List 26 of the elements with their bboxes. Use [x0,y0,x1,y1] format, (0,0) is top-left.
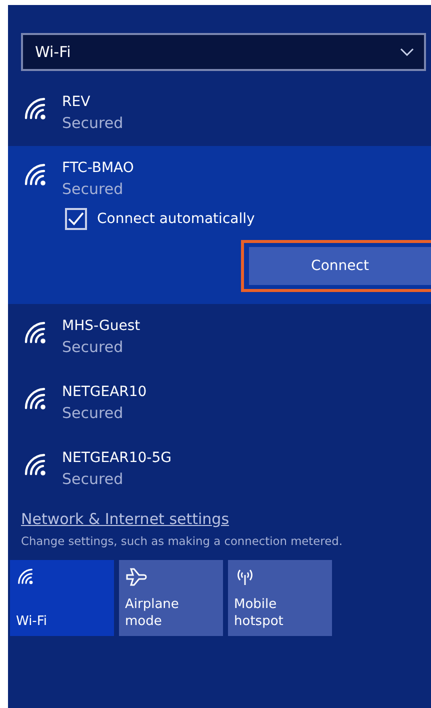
airplane-icon [125,566,147,586]
settings-link[interactable]: Network & Internet settings [21,510,431,528]
network-status: Secured [62,180,124,198]
network-item[interactable]: REV Secured [8,80,431,146]
connect-button[interactable]: Connect [249,247,431,285]
chevron-down-icon [400,48,414,56]
network-status: Secured [62,114,124,132]
network-name: MHS-Guest [62,318,140,334]
network-name: NETGEAR10 [62,384,147,400]
quick-action-tile[interactable]: Wi-Fi [10,560,114,636]
checkbox[interactable] [65,208,87,230]
network-dropdown[interactable]: Wi-Fi [21,33,426,71]
network-name: NETGEAR10-5G [62,450,172,466]
network-name: REV [62,94,92,110]
network-status: Secured [62,404,124,422]
network-item[interactable]: NETGEAR10 Secured [8,370,431,436]
quick-action-tile[interactable]: Airplane mode [119,560,223,636]
network-item[interactable]: MHS-Guest Secured [8,304,431,370]
checkbox-label: Connect automatically [97,211,255,227]
network-status: Secured [62,470,124,488]
network-item[interactable]: NETGEAR10-5G Secured [8,436,431,502]
network-item[interactable]: FTC-BMAO Secured Connect automatically Connect [8,146,431,304]
settings-description: Change settings, such as making a connection metered. [21,534,344,548]
network-status: Secured [62,338,124,356]
network-name: FTC-BMAO [62,160,134,176]
quick-action-tile[interactable]: Mobile hotspot [228,560,332,636]
